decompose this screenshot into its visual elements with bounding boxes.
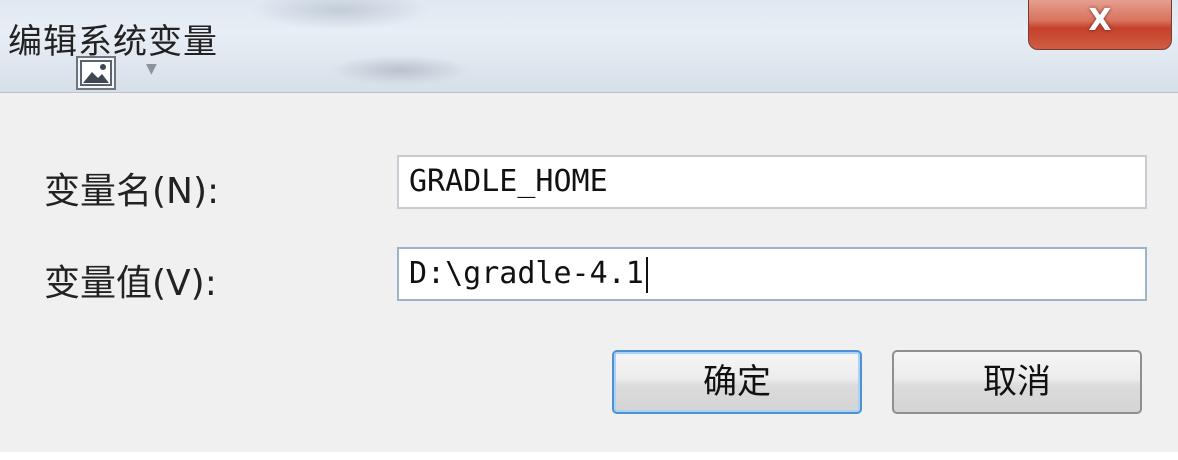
variable-value-value: D:\gradle-4.1 <box>409 256 644 291</box>
close-button[interactable]: X <box>1028 0 1172 50</box>
text-caret <box>645 256 648 293</box>
variable-name-value: GRADLE_HOME <box>409 164 608 199</box>
variable-value-label: 变量值(V): <box>44 263 217 304</box>
variable-name-input[interactable]: GRADLE_HOME <box>397 155 1147 209</box>
picture-icon-glyph <box>80 60 112 86</box>
cancel-button[interactable]: 取消 <box>892 350 1142 414</box>
variable-name-label: 变量名(N): <box>44 171 220 212</box>
picture-icon[interactable] <box>76 56 116 90</box>
ok-button[interactable]: 确定 <box>612 350 862 414</box>
title-bar-glare <box>330 55 470 85</box>
bottom-edge <box>0 452 1178 460</box>
edit-system-variable-dialog: 编辑系统变量 ▼ X 变量名(N): GRADLE_HOME 变量值(V): D… <box>0 0 1178 460</box>
chevron-down-icon[interactable]: ▼ <box>146 62 162 76</box>
variable-value-input[interactable]: D:\gradle-4.1 <box>397 247 1147 301</box>
close-icon: X <box>1088 3 1112 38</box>
title-bar-glare <box>250 0 430 30</box>
title-bar[interactable]: 编辑系统变量 ▼ X <box>0 0 1178 93</box>
